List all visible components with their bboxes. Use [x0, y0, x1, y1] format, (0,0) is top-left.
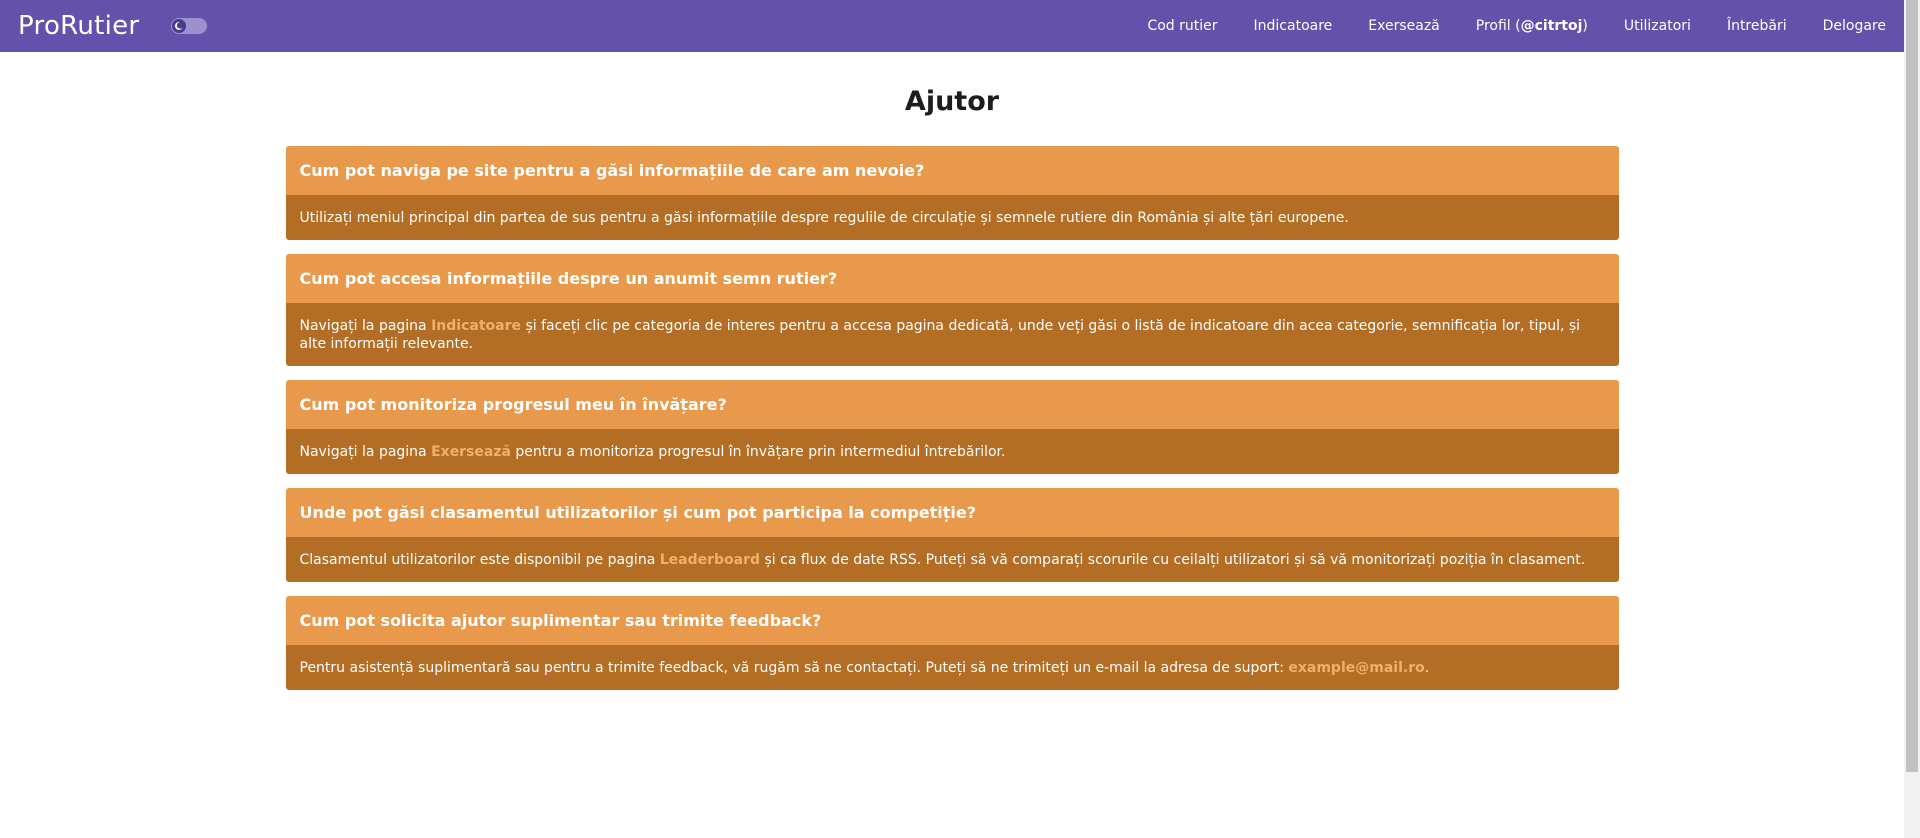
faq-question[interactable]: Cum pot monitoriza progresul meu în învă… [285, 380, 1619, 429]
faq-answer-text: . [1424, 660, 1430, 676]
faq-answer-text: Clasamentul utilizatorilor este disponib… [299, 552, 660, 568]
profil-label-suffix: ) [1582, 18, 1588, 34]
email-link[interactable]: example@mail.ro [1288, 660, 1424, 676]
theme-toggle[interactable] [171, 18, 208, 34]
nav-link-utilizatori[interactable]: Utilizatori [1624, 18, 1691, 34]
nav-link-indicatoare[interactable]: Indicatoare [1254, 18, 1333, 34]
faq-question[interactable]: Cum pot naviga pe site pentru a găsi inf… [285, 146, 1619, 195]
profil-label: Profil ( [1475, 18, 1521, 34]
faq-question[interactable]: Cum pot solicita ajutor suplimentar sau … [285, 596, 1619, 645]
main-content: Ajutor Cum pot naviga pe site pentru a g… [0, 82, 1904, 690]
faq-answer-text: Navigați la pagina [299, 444, 432, 460]
faq-item: Unde pot găsi clasamentul utilizatorilor… [285, 488, 1619, 582]
brand-area: ProRutier [18, 11, 208, 41]
nav-links: Cod rutier Indicatoare Exersează Profil … [1111, 18, 1886, 34]
faq-item: Cum pot accesa informațiile despre un an… [285, 254, 1619, 366]
faq-question[interactable]: Unde pot găsi clasamentul utilizatorilor… [285, 488, 1619, 537]
profil-handle: @citrtoj [1520, 18, 1583, 34]
nav-link-delogare[interactable]: Delogare [1823, 18, 1886, 34]
faq-answer: Navigați la pagina Indicatoare și faceți… [285, 303, 1619, 366]
faq-item: Cum pot monitoriza progresul meu în învă… [285, 380, 1619, 474]
nav-link-intrebari[interactable]: Întrebări [1727, 18, 1787, 34]
exerseaza-link[interactable]: Exersează [431, 444, 511, 460]
moon-icon [172, 19, 187, 33]
faq-answer: Clasamentul utilizatorilor este disponib… [285, 537, 1619, 582]
faq-answer-text: pentru a monitoriza progresul în învățar… [510, 444, 1006, 460]
page: ProRutier Cod rutier Indicatoare Exersea… [0, 0, 1904, 838]
faq-answer-text: Utilizați meniul principal din partea de… [299, 210, 1349, 226]
faq-answer-text: Navigați la pagina [299, 318, 432, 334]
faq-answer: Utilizați meniul principal din partea de… [285, 195, 1619, 240]
navbar: ProRutier Cod rutier Indicatoare Exersea… [0, 0, 1904, 52]
leaderboard-link[interactable]: Leaderboard [660, 552, 760, 568]
faq-answer: Pentru asistență suplimentară sau pentru… [285, 645, 1619, 690]
nav-link-cod-rutier[interactable]: Cod rutier [1147, 18, 1217, 34]
faq-answer-text: Pentru asistență suplimentară sau pentru… [299, 660, 1289, 676]
faq-answer-text: și ca flux de date RSS. Puteți să vă com… [760, 552, 1586, 568]
faq-answer: Navigați la pagina Exersează pentru a mo… [285, 429, 1619, 474]
brand-logo[interactable]: ProRutier [18, 11, 139, 41]
faq-item: Cum pot naviga pe site pentru a găsi inf… [285, 146, 1619, 240]
faq-item: Cum pot solicita ajutor suplimentar sau … [285, 596, 1619, 690]
nav-link-exerseaza[interactable]: Exersează [1368, 18, 1439, 34]
scrollbar-thumb[interactable] [1906, 0, 1918, 772]
nav-link-profil[interactable]: Profil (@citrtoj) [1476, 18, 1588, 34]
faq-question[interactable]: Cum pot accesa informațiile despre un an… [285, 254, 1619, 303]
faq-list: Cum pot naviga pe site pentru a găsi inf… [285, 146, 1619, 690]
page-title: Ajutor [904, 86, 1000, 117]
scrollbar[interactable] [1904, 0, 1920, 838]
indicatoare-link[interactable]: Indicatoare [431, 318, 521, 334]
